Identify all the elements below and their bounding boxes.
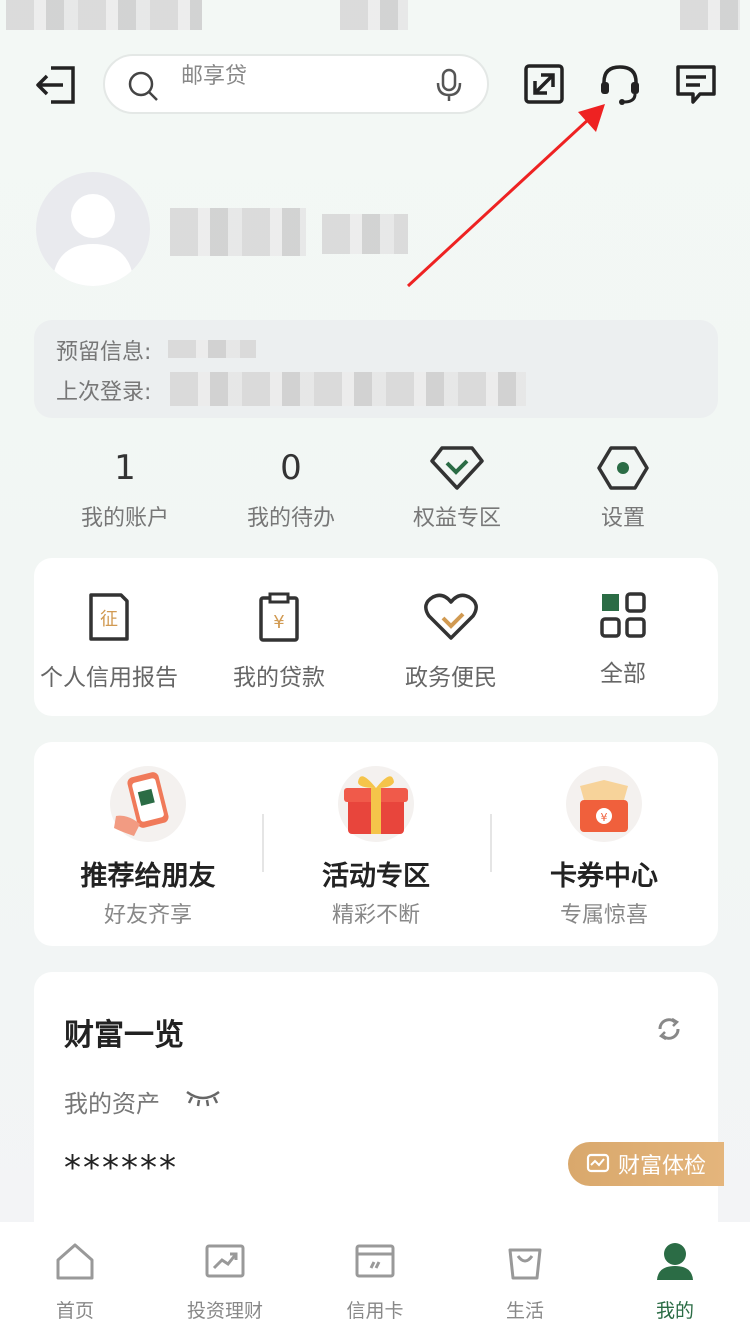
promo-card: 推荐给朋友 好友齐享 活动专区 精彩不断 ¥ 卡券中心 专属惊喜 — [34, 742, 718, 946]
user-icon — [657, 1243, 693, 1280]
avatar[interactable] — [36, 172, 150, 286]
settings-icon — [597, 446, 649, 490]
coupon-center-title: 卡券中心 — [550, 861, 658, 892]
services-card: 征 个人信用报告 ¥ 我的贷款 政务便民 全部 — [34, 558, 718, 716]
messages-button[interactable] — [672, 60, 720, 108]
annotation-arrow — [406, 104, 605, 288]
svg-text:¥: ¥ — [273, 612, 284, 633]
credit-report-item[interactable]: 征 个人信用报告 — [24, 592, 194, 692]
gov-service-icon — [424, 593, 478, 640]
reserved-info-label: 预留信息: — [56, 340, 152, 365]
coupon-center-item[interactable]: ¥ 卡券中心 专属惊喜 — [490, 766, 718, 929]
investment-icon — [205, 1244, 245, 1278]
search-input[interactable]: 邮享贷 — [181, 58, 247, 90]
home-icon — [56, 1243, 94, 1280]
benefits-label: 权益专区 — [412, 506, 501, 531]
assets-label: 我的资产 — [64, 1090, 160, 1118]
all-services-item[interactable]: 全部 — [538, 592, 708, 688]
message-icon — [676, 65, 716, 104]
settings[interactable]: 设置 — [538, 444, 708, 532]
accounts-count: 1 — [114, 448, 136, 488]
chart-icon — [586, 1153, 610, 1173]
logout-button[interactable] — [30, 60, 80, 110]
assets-value: ****** — [64, 1148, 178, 1188]
tab-credit-card[interactable]: 信用卡 — [300, 1240, 450, 1323]
tab-home[interactable]: 首页 — [0, 1240, 150, 1323]
tab-life[interactable]: 生活 — [450, 1240, 600, 1323]
my-loans-label: 我的贷款 — [233, 665, 325, 691]
credit-report-icon: 征 — [89, 593, 129, 641]
phone-qr-icon — [110, 766, 186, 842]
my-accounts[interactable]: 1 我的账户 — [40, 444, 210, 532]
activity-zone-item[interactable]: 活动专区 精彩不断 — [262, 766, 490, 929]
refresh-icon[interactable] — [656, 1016, 682, 1042]
credit-report-label: 个人信用报告 — [40, 665, 178, 691]
coupon-center-subtitle: 专属惊喜 — [559, 903, 648, 928]
wealth-title: 财富一览 — [64, 1018, 184, 1053]
loan-icon: ¥ — [259, 592, 299, 642]
todos-count: 0 — [280, 448, 302, 488]
activity-zone-subtitle: 精彩不断 — [331, 903, 420, 928]
diamond-icon — [430, 446, 484, 490]
hide-eye-icon[interactable] — [184, 1086, 222, 1110]
avatar-icon — [52, 194, 134, 286]
tab-home-label: 首页 — [55, 1300, 94, 1322]
settings-label: 设置 — [600, 506, 645, 531]
all-services-label: 全部 — [600, 661, 646, 687]
grid-icon — [600, 592, 646, 638]
gov-service-label: 政务便民 — [405, 665, 497, 691]
svg-text:¥: ¥ — [601, 811, 608, 824]
gift-icon — [338, 766, 414, 842]
recommend-friend-subtitle: 好友齐享 — [103, 903, 192, 928]
gov-service-item[interactable]: 政务便民 — [366, 592, 536, 692]
tab-investment-label: 投资理财 — [186, 1300, 263, 1322]
my-todos[interactable]: 0 我的待办 — [206, 444, 376, 532]
svg-text:征: 征 — [100, 609, 118, 630]
bottom-tab-bar: 首页 投资理财 信用卡 生活 我的 — [0, 1222, 750, 1334]
recommend-friend-title: 推荐给朋友 — [80, 861, 216, 892]
tab-mine[interactable]: 我的 — [600, 1240, 750, 1323]
wealth-checkup-button[interactable]: 财富体检 — [568, 1142, 724, 1186]
last-login-label: 上次登录: — [56, 380, 152, 405]
activity-zone-title: 活动专区 — [322, 861, 430, 892]
tab-mine-label: 我的 — [655, 1300, 694, 1322]
coupon-box-icon: ¥ — [566, 766, 642, 842]
tab-investment[interactable]: 投资理财 — [150, 1240, 300, 1323]
status-bar — [0, 0, 750, 34]
wealth-card: 财富一览 我的资产 ****** — [34, 972, 718, 1252]
search-icon — [128, 71, 158, 101]
credit-card-icon — [355, 1244, 395, 1278]
shopping-bag-icon — [508, 1248, 542, 1280]
wealth-checkup-label: 财富体检 — [618, 1154, 707, 1179]
user-info-panel: 预留信息: 上次登录: — [34, 320, 718, 418]
tab-credit-card-label: 信用卡 — [346, 1300, 404, 1322]
benefits-zone[interactable]: 权益专区 — [372, 444, 542, 532]
recommend-friend-item[interactable]: 推荐给朋友 好友齐享 — [34, 766, 262, 929]
todos-label: 我的待办 — [246, 506, 335, 531]
my-loans-item[interactable]: ¥ 我的贷款 — [194, 592, 364, 692]
accounts-label: 我的账户 — [80, 506, 169, 531]
tab-life-label: 生活 — [505, 1300, 544, 1322]
logout-icon — [36, 66, 75, 104]
